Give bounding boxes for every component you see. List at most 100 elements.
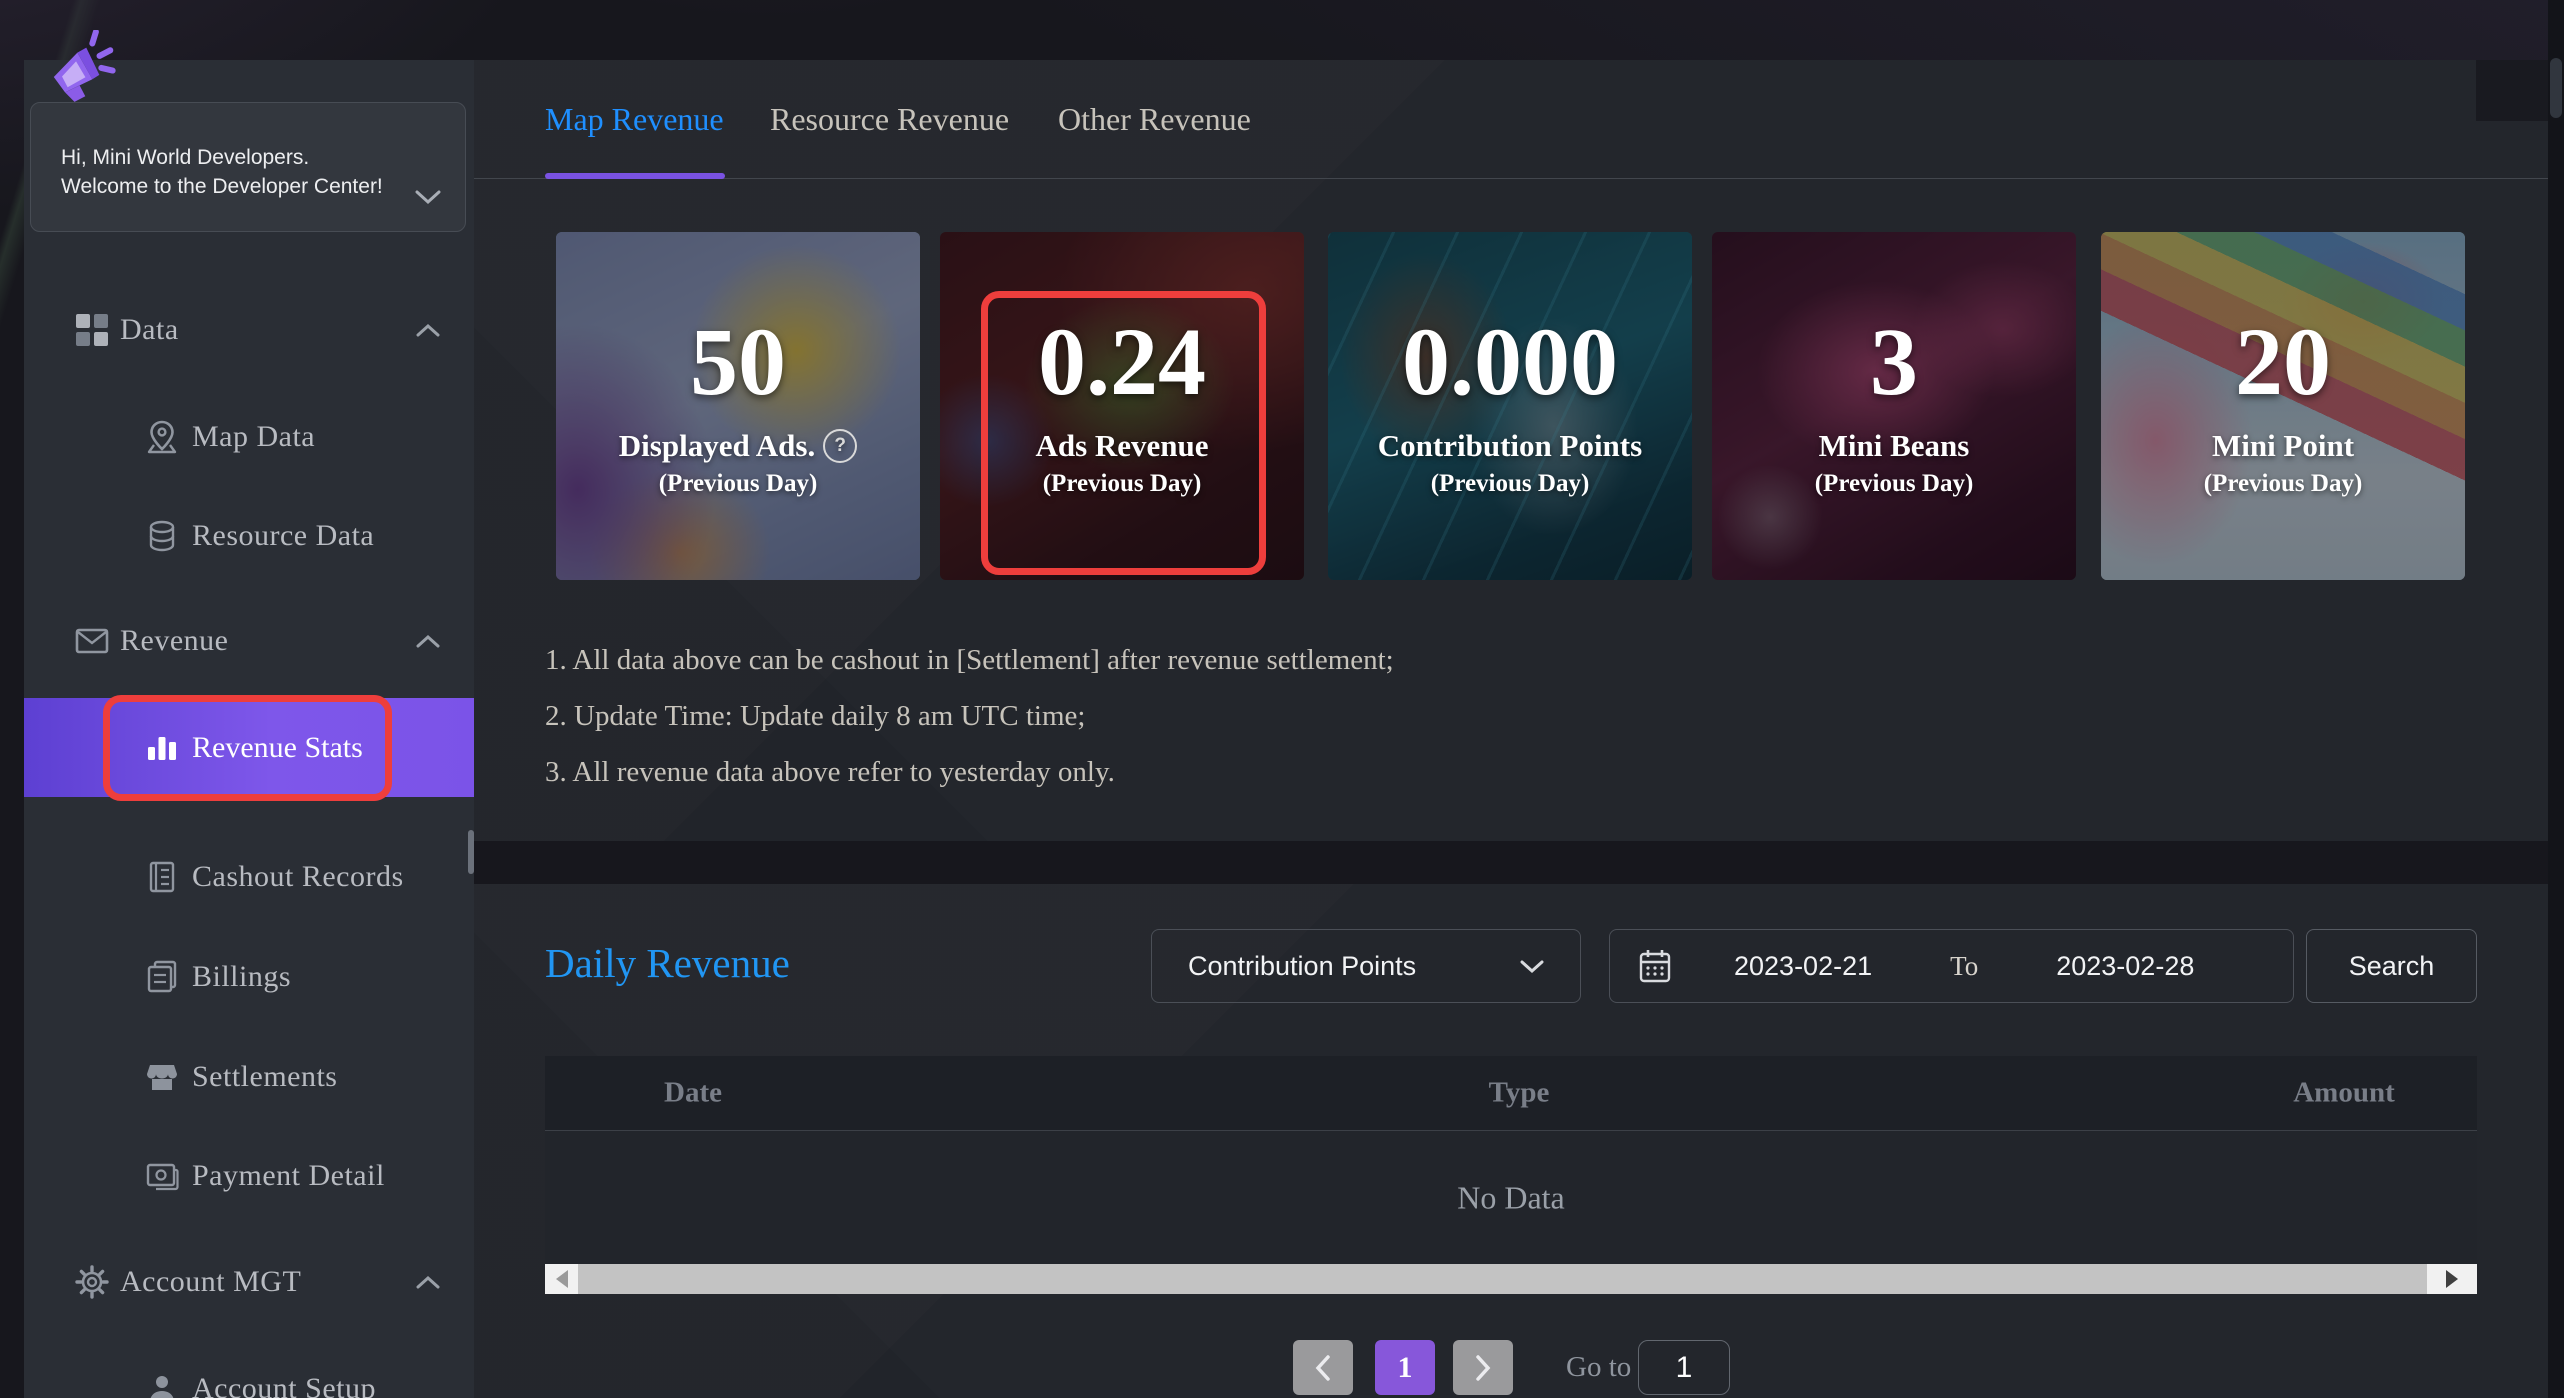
date-to-value[interactable]: 2023-02-28 [2056,951,2194,982]
document-list-icon [142,857,182,897]
stat-card-ads-revenue[interactable]: 0.24 Ads Revenue (Previous Day) [940,232,1304,580]
stat-card-displayed-ads[interactable]: 50 Displayed Ads. ? (Previous Day) [556,232,920,580]
stat-value: 3 [1870,314,1918,410]
column-header-type: Type [1489,1077,1550,1110]
grid-icon [72,310,112,350]
stat-value: 20 [2235,314,2331,410]
pagination-next-button[interactable] [1453,1340,1513,1395]
revenue-notes: 1. All data above can be cashout in [Set… [545,632,1394,800]
sidebar-item-revenue[interactable]: Revenue [24,611,474,671]
tab-map-revenue[interactable]: Map Revenue [545,60,724,179]
scroll-right-button[interactable] [2427,1264,2477,1294]
envelope-icon [72,621,112,661]
pages-icon [142,957,182,997]
sidebar: Hi, Mini World Developers. Welcome to th… [24,60,474,1398]
stat-label: Displayed Ads. [619,428,815,464]
stat-label: Mini Point [2212,428,2354,464]
chevron-down-icon[interactable] [415,189,441,205]
daily-revenue-table: Date Type Amount No Data [545,1056,2477,1294]
stat-label: Contribution Points [1378,428,1642,464]
tab-resource-revenue[interactable]: Resource Revenue [770,60,1009,179]
stat-sublabel: (Previous Day) [1815,470,1974,498]
revenue-type-select[interactable]: Contribution Points [1151,929,1581,1003]
bar-chart-icon [142,727,182,767]
active-tab-underline [545,173,725,179]
help-icon[interactable]: ? [823,429,857,463]
daily-revenue-panel: Daily Revenue Contribution Points 2023-0… [474,884,2548,1398]
chevron-down-icon [1520,959,1544,974]
storefront-icon [142,1057,182,1097]
revenue-tabbar: Map Revenue Resource Revenue Other Reven… [474,60,2548,179]
selected-option: Contribution Points [1188,951,1416,982]
date-range-picker[interactable]: 2023-02-21 To 2023-02-28 [1609,929,2294,1003]
pagination-page-1[interactable]: 1 [1375,1340,1435,1395]
chevron-up-icon [416,323,440,337]
table-header-row: Date Type Amount [545,1056,2477,1131]
developer-center-page: Hi, Mini World Developers. Welcome to th… [0,0,2564,1398]
sidebar-item-label: Cashout Records [192,860,404,894]
sidebar-item-payment-detail[interactable]: Payment Detail [24,1146,474,1206]
goto-page-label: Go to [1566,1340,1631,1395]
horizontal-scrollbar[interactable] [545,1264,2477,1294]
sidebar-item-settlements[interactable]: Settlements [24,1047,474,1107]
chevron-up-icon [416,634,440,648]
search-button-label: Search [2349,951,2435,982]
gear-icon [72,1262,112,1302]
scroll-left-button[interactable] [545,1264,578,1294]
person-icon [142,1369,182,1398]
sidebar-item-label: Map Data [192,420,315,454]
sidebar-item-label: Billings [192,960,291,994]
annotation-ring-ads-revenue [981,291,1266,575]
stat-sublabel: (Previous Day) [1431,470,1590,498]
sidebar-item-label: Settlements [192,1060,337,1094]
sidebar-item-data[interactable]: Data [24,300,474,360]
calendar-icon [1638,948,1672,984]
goto-page-input[interactable] [1638,1340,1730,1395]
stat-card-mini-beans[interactable]: 3 Mini Beans (Previous Day) [1712,232,2076,580]
search-button[interactable]: Search [2306,929,2477,1003]
sidebar-item-resource-data[interactable]: Resource Data [24,506,474,566]
sidebar-item-label: Payment Detail [192,1159,385,1193]
note-line: 1. All data above can be cashout in [Set… [545,632,1394,688]
chevron-up-icon [416,1275,440,1289]
sidebar-item-map-data[interactable]: Map Data [24,407,474,467]
sidebar-item-account-mgt[interactable]: Account MGT [24,1252,474,1312]
stat-card-mini-point[interactable]: 20 Mini Point (Previous Day) [2101,232,2465,580]
pagination-prev-button[interactable] [1293,1340,1353,1395]
date-to-label: To [1950,951,1978,982]
sidebar-item-cashout-records[interactable]: Cashout Records [24,847,474,907]
welcome-text: Hi, Mini World Developers. Welcome to th… [61,143,395,201]
tab-other-revenue[interactable]: Other Revenue [1058,60,1251,179]
stat-label: Mini Beans [1819,428,1970,464]
daily-revenue-title: Daily Revenue [545,939,790,987]
stat-value: 0.000 [1402,314,1618,410]
stat-sublabel: (Previous Day) [2204,470,2363,498]
welcome-banner[interactable]: Hi, Mini World Developers. Welcome to th… [30,102,466,232]
stat-card-contribution-points[interactable]: 0.000 Contribution Points (Previous Day) [1328,232,1692,580]
page-scrollbar[interactable] [2548,0,2564,1398]
stat-sublabel: (Previous Day) [659,470,818,498]
sidebar-item-label: Resource Data [192,519,374,553]
sidebar-item-billings[interactable]: Billings [24,947,474,1007]
empty-state-text: No Data [1457,1179,1565,1216]
page-scrollbar-thumb[interactable] [2550,58,2562,118]
sidebar-item-label: Revenue [120,624,228,658]
sidebar-item-label: Account MGT [120,1265,301,1299]
map-pin-icon [142,417,182,457]
sidebar-item-account-setup[interactable]: Account Setup [24,1359,474,1398]
sidebar-item-label: Account Setup [192,1372,376,1398]
database-icon [142,516,182,556]
revenue-overview-panel: Map Revenue Resource Revenue Other Reven… [474,60,2548,841]
table-body: No Data [545,1131,2477,1264]
sidebar-item-revenue-stats[interactable]: Revenue Stats [24,698,474,797]
stat-value: 50 [690,314,786,410]
note-line: 3. All revenue data above refer to yeste… [545,744,1394,800]
date-from-value[interactable]: 2023-02-21 [1734,951,1872,982]
payment-card-icon [142,1156,182,1196]
megaphone-icon [45,30,119,102]
note-line: 2. Update Time: Update daily 8 am UTC ti… [545,688,1394,744]
sidebar-item-label: Revenue Stats [192,731,363,765]
column-header-date: Date [664,1077,722,1110]
sidebar-item-label: Data [120,313,179,347]
column-header-amount: Amount [2293,1077,2395,1110]
